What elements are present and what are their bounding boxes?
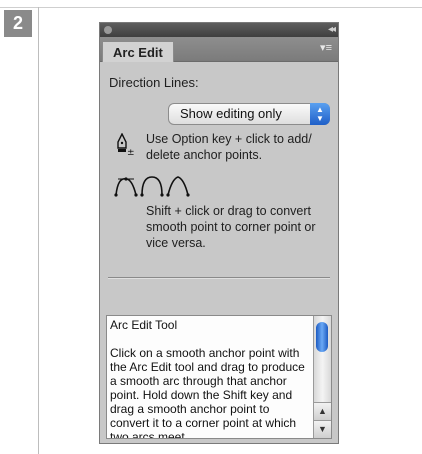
panel-menu-icon[interactable]: ▾≡ — [320, 41, 332, 54]
svg-text:±: ± — [127, 148, 135, 157]
help-title: Arc Edit Tool — [110, 318, 178, 332]
page-top-rule — [0, 7, 422, 8]
scroll-down-arrow-icon[interactable]: ▼ — [314, 420, 331, 438]
close-icon[interactable] — [104, 26, 112, 34]
step-number-badge: 2 — [4, 10, 32, 37]
direction-lines-label: Direction Lines: — [109, 75, 199, 90]
convert-hint-text: Shift + click or drag to convert smooth … — [146, 204, 316, 250]
panel-divider — [108, 277, 330, 279]
page-left-rule — [38, 7, 39, 454]
pen-plus-minus-icon: ± — [117, 133, 135, 157]
help-scrollbar[interactable]: ▲ ▼ — [313, 316, 331, 438]
arc-point-icons — [114, 176, 190, 197]
help-text: Arc Edit Tool Click on a smooth anchor p… — [110, 318, 310, 439]
scroll-up-arrow-icon[interactable]: ▲ — [314, 402, 331, 420]
anchor-hint-text: Use Option key + click to add/ delete an… — [146, 132, 312, 162]
help-body: Click on a smooth anchor point with the … — [110, 346, 305, 439]
direction-lines-select-value: Show editing only — [180, 106, 282, 121]
panel-titlebar[interactable]: ◂◂ — [100, 23, 338, 37]
scrollbar-thumb[interactable] — [316, 322, 328, 352]
tab-arc-edit[interactable]: Arc Edit — [102, 41, 174, 62]
collapse-icon[interactable]: ◂◂ — [328, 23, 336, 37]
help-text-box[interactable]: Arc Edit Tool Click on a smooth anchor p… — [106, 315, 332, 439]
direction-lines-select[interactable]: Show editing only ▲ ▼ — [168, 103, 330, 125]
panel-tabbar: Arc Edit ▾≡ — [100, 37, 338, 62]
arc-edit-panel: ◂◂ Arc Edit ▾≡ Direction Lines: Show edi… — [99, 22, 339, 444]
select-stepper-icon: ▲ ▼ — [310, 103, 330, 125]
